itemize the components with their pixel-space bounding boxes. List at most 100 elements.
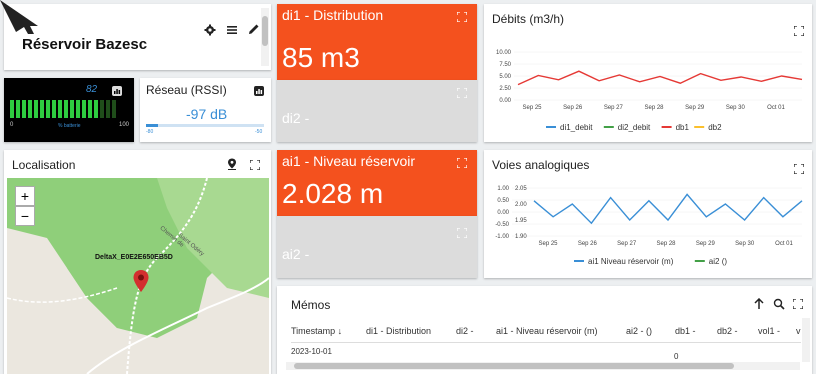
ai2-title: ai2 - xyxy=(282,246,310,262)
table-cell: 2023-10-01 xyxy=(291,347,332,356)
y-tick-label: 0.50 xyxy=(497,198,509,204)
fullscreen-icon[interactable] xyxy=(793,299,803,309)
legend-label: db2 xyxy=(708,123,722,132)
list-icon[interactable] xyxy=(226,24,238,36)
y-tick-label: 1.00 xyxy=(497,186,509,192)
column-header[interactable]: di2 - xyxy=(456,326,474,336)
di2-tile: di2 - xyxy=(277,80,477,142)
y-tick-label: 2.50 xyxy=(499,86,511,92)
battery-min: 0 xyxy=(10,122,14,128)
di1-title: di1 - Distribution xyxy=(282,7,384,23)
column-header[interactable]: ai2 - () xyxy=(626,326,652,336)
ai1-value: 2.028 m xyxy=(282,178,384,209)
fullscreen-icon[interactable] xyxy=(794,26,804,36)
y-tick-label: 5.00 xyxy=(499,74,511,80)
horizontal-scrollbar[interactable] xyxy=(286,362,800,370)
y-tick-label: -0.50 xyxy=(495,222,509,228)
column-header[interactable]: ai1 - Niveau réservoir (m) xyxy=(496,326,598,336)
zoom-in-button[interactable]: + xyxy=(15,186,35,206)
legend-label: ai1 Niveau réservoir (m) xyxy=(588,257,674,266)
fullscreen-icon[interactable] xyxy=(457,228,467,238)
memos-title: Mémos xyxy=(291,298,331,312)
x-tick-label: Sep 26 xyxy=(578,241,598,247)
y-tick-label: 10.00 xyxy=(496,50,512,56)
table-divider xyxy=(291,342,801,343)
rssi-value: -97 dB xyxy=(186,106,228,122)
legend-label: db1 xyxy=(676,123,690,132)
di2-title: di2 - xyxy=(282,110,310,126)
y-tick-label: 1.90 xyxy=(515,234,527,240)
zoom-out-button[interactable]: − xyxy=(15,206,35,226)
legend-label: di2_debit xyxy=(618,123,651,132)
settings-icon[interactable] xyxy=(204,24,216,36)
debits-chart: 10.00 7.50 5.00 2.50 0.00 Sep 25 Sep 26 Sep 27 S… xyxy=(496,50,803,132)
x-tick-label: Sep 28 xyxy=(656,241,676,247)
fullscreen-icon[interactable] xyxy=(794,164,804,174)
column-header[interactable]: Timestamp ↓ xyxy=(291,326,342,336)
legend-label: ai2 () xyxy=(709,257,728,266)
y-tick-label: 2.05 xyxy=(515,186,527,192)
fullscreen-icon[interactable] xyxy=(457,158,467,168)
search-icon[interactable] xyxy=(773,298,785,310)
column-header[interactable]: di1 - Distribution xyxy=(366,326,431,336)
x-tick-label: Sep 27 xyxy=(604,105,624,111)
device-label: DeltaX_E0E2E650EB5D xyxy=(95,254,173,261)
x-tick-label: Sep 25 xyxy=(538,241,558,247)
table-cell: 0 xyxy=(674,352,679,361)
fullscreen-icon[interactable] xyxy=(457,12,467,22)
scrollbar[interactable] xyxy=(261,8,269,66)
di1-tile: di1 - Distribution 85 m3 xyxy=(277,4,477,80)
y-tick-label: -1.00 xyxy=(495,234,509,240)
x-tick-label: Sep 25 xyxy=(522,105,542,111)
page-title: Réservoir Bazesc xyxy=(22,36,148,53)
chart-icon[interactable] xyxy=(112,86,122,96)
arrow-up-icon[interactable] xyxy=(753,298,765,310)
x-tick-label: Sep 26 xyxy=(563,105,583,111)
battery-caption: % batterie xyxy=(58,123,81,129)
rssi-max: -50 xyxy=(255,129,263,135)
x-tick-label: Sep 28 xyxy=(644,105,664,111)
analog-chart: 1.00 0.50 0.00 -0.50 -1.00 2.05 2.00 1.95 1.90 Se… xyxy=(495,186,803,266)
map-title: Localisation xyxy=(12,158,76,172)
x-tick-label: Sep 30 xyxy=(735,241,755,247)
edit-icon[interactable] xyxy=(248,23,260,35)
fullscreen-icon[interactable] xyxy=(250,160,260,170)
y-tick-label: 0.00 xyxy=(497,210,509,216)
battery-value: 82 xyxy=(86,84,98,95)
chart-icon[interactable] xyxy=(254,86,264,96)
pin-icon[interactable] xyxy=(226,158,238,170)
column-header[interactable]: db2 - xyxy=(717,326,738,336)
map-marker-icon[interactable] xyxy=(133,270,149,292)
chart-title: Voies analogiques xyxy=(492,158,590,172)
y-tick-label: 0.00 xyxy=(499,98,511,104)
column-header[interactable]: vol1 - xyxy=(758,326,780,336)
y-tick-label: 1.95 xyxy=(515,218,527,224)
fullscreen-icon[interactable] xyxy=(457,88,467,98)
column-header[interactable]: v xyxy=(796,326,801,336)
rssi-bar xyxy=(146,124,264,127)
x-tick-label: Sep 29 xyxy=(685,105,705,111)
vertical-scrollbar[interactable] xyxy=(802,318,810,362)
rssi-title: Réseau (RSSI) xyxy=(146,83,227,97)
rssi-min: -80 xyxy=(146,129,154,135)
cursor-arrow-icon xyxy=(0,0,38,34)
battery-gauge xyxy=(10,100,116,118)
battery-max: 100 xyxy=(119,122,130,128)
series-line xyxy=(517,70,803,86)
x-tick-label: Sep 29 xyxy=(696,241,716,247)
ai2-tile: ai2 - xyxy=(277,216,477,278)
di1-value: 85 m3 xyxy=(282,42,360,73)
analog-chart-card: Voies analogiques 1.00 0.50 0.00 -0.50 -1.00… xyxy=(484,150,812,278)
rssi-card: Réseau (RSSI) -97 dB -80 -50 xyxy=(140,78,271,142)
x-tick-label: Oct 01 xyxy=(767,105,785,111)
debits-chart-card: Débits (m3/h) 10.00 7.50 5.00 2.50 0.00 Sep 2… xyxy=(484,4,812,142)
ai1-tile: ai1 - Niveau réservoir 2.028 m xyxy=(277,150,477,216)
x-tick-label: Sep 30 xyxy=(726,105,746,111)
series-line xyxy=(533,193,803,225)
y-tick-label: 7.50 xyxy=(499,62,511,68)
legend-label: di1_debit xyxy=(560,123,593,132)
ai1-title: ai1 - Niveau réservoir xyxy=(282,153,416,169)
map-view[interactable]: + − DeltaX_E0E2E650EB5D Chemin de Saint … xyxy=(7,178,269,374)
x-tick-label: Sep 27 xyxy=(617,241,637,247)
column-header[interactable]: db1 - xyxy=(675,326,696,336)
